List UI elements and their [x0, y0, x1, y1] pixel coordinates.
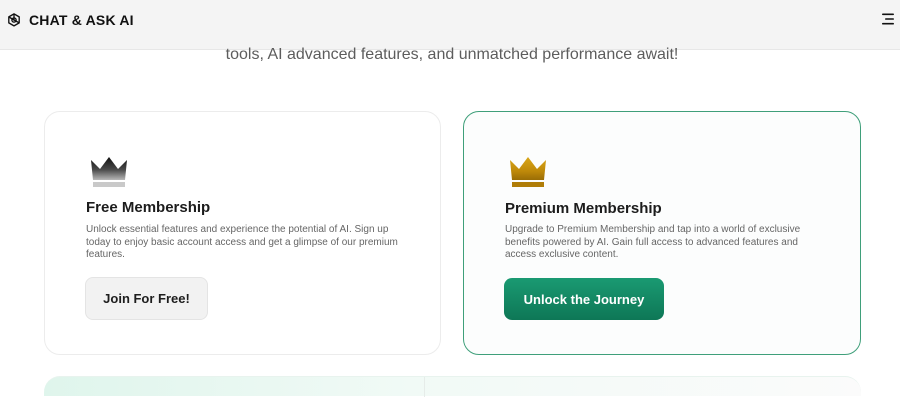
crown-icon	[91, 157, 127, 187]
unlock-the-journey-button[interactable]: Unlock the Journey	[504, 278, 664, 320]
app-name: CHAT & ASK AI	[29, 12, 134, 28]
premium-plan-description: Upgrade to Premium Membership and tap in…	[505, 224, 801, 260]
free-membership-card: Free Membership Unlock essential feature…	[44, 111, 441, 355]
section-divider	[424, 377, 425, 397]
openai-knot-icon	[8, 13, 20, 27]
premium-plan-title: Premium Membership	[505, 200, 662, 217]
brand-logo[interactable]: CHAT & ASK AI	[6, 12, 134, 28]
crown-icon	[510, 157, 546, 187]
intro-subtitle: tools, AI advanced features, and unmatch…	[225, 46, 679, 63]
hamburger-menu-icon[interactable]	[881, 12, 895, 26]
join-for-free-button[interactable]: Join For Free!	[85, 277, 208, 320]
free-plan-description: Unlock essential features and experience…	[86, 224, 398, 260]
top-header: CHAT & ASK AI	[0, 0, 900, 50]
premium-membership-card: Premium Membership Upgrade to Premium Me…	[463, 111, 861, 355]
free-plan-title: Free Membership	[86, 199, 211, 216]
next-section-edge	[44, 376, 861, 397]
